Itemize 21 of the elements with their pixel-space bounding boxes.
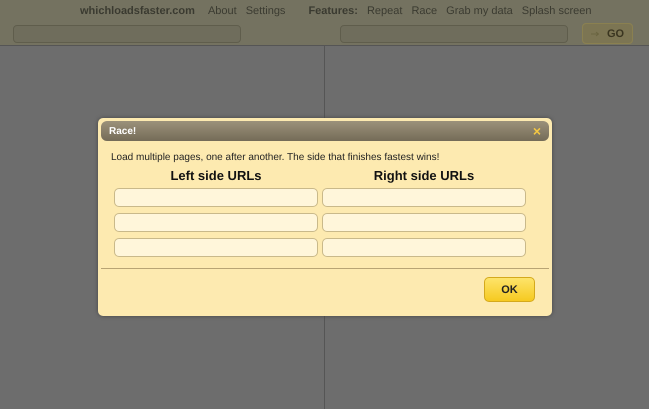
feature-link[interactable]: Grab my data: [446, 4, 513, 16]
feature-link[interactable]: Splash screen: [522, 4, 592, 16]
column-heading: Left side URLs: [169, 168, 262, 183]
left-url-field[interactable]: [114, 213, 318, 232]
right-url-field[interactable]: [322, 213, 526, 232]
close-button[interactable]: ×: [532, 124, 541, 138]
feature-link[interactable]: Race: [411, 4, 438, 16]
dialog-title: Race!: [109, 126, 136, 136]
site-name: whichloadsfaster.com: [80, 4, 195, 16]
features-label: Features:: [308, 4, 358, 16]
feature-link[interactable]: Repeat: [366, 4, 402, 16]
go-button[interactable]: GO: [582, 23, 633, 44]
dialog-description: Load multiple pages, one after another. The side that finishes fastest wins!: [111, 152, 440, 163]
nav-link[interactable]: Settings: [246, 4, 286, 16]
ok-button[interactable]: OK: [484, 277, 535, 302]
left-url-field[interactable]: [114, 238, 318, 257]
left-url-field[interactable]: [114, 188, 318, 207]
right-url-field[interactable]: [322, 188, 526, 207]
nav-link[interactable]: About: [208, 4, 237, 16]
column-heading: Right side URLs: [372, 168, 476, 183]
right-url-field[interactable]: [322, 238, 526, 257]
